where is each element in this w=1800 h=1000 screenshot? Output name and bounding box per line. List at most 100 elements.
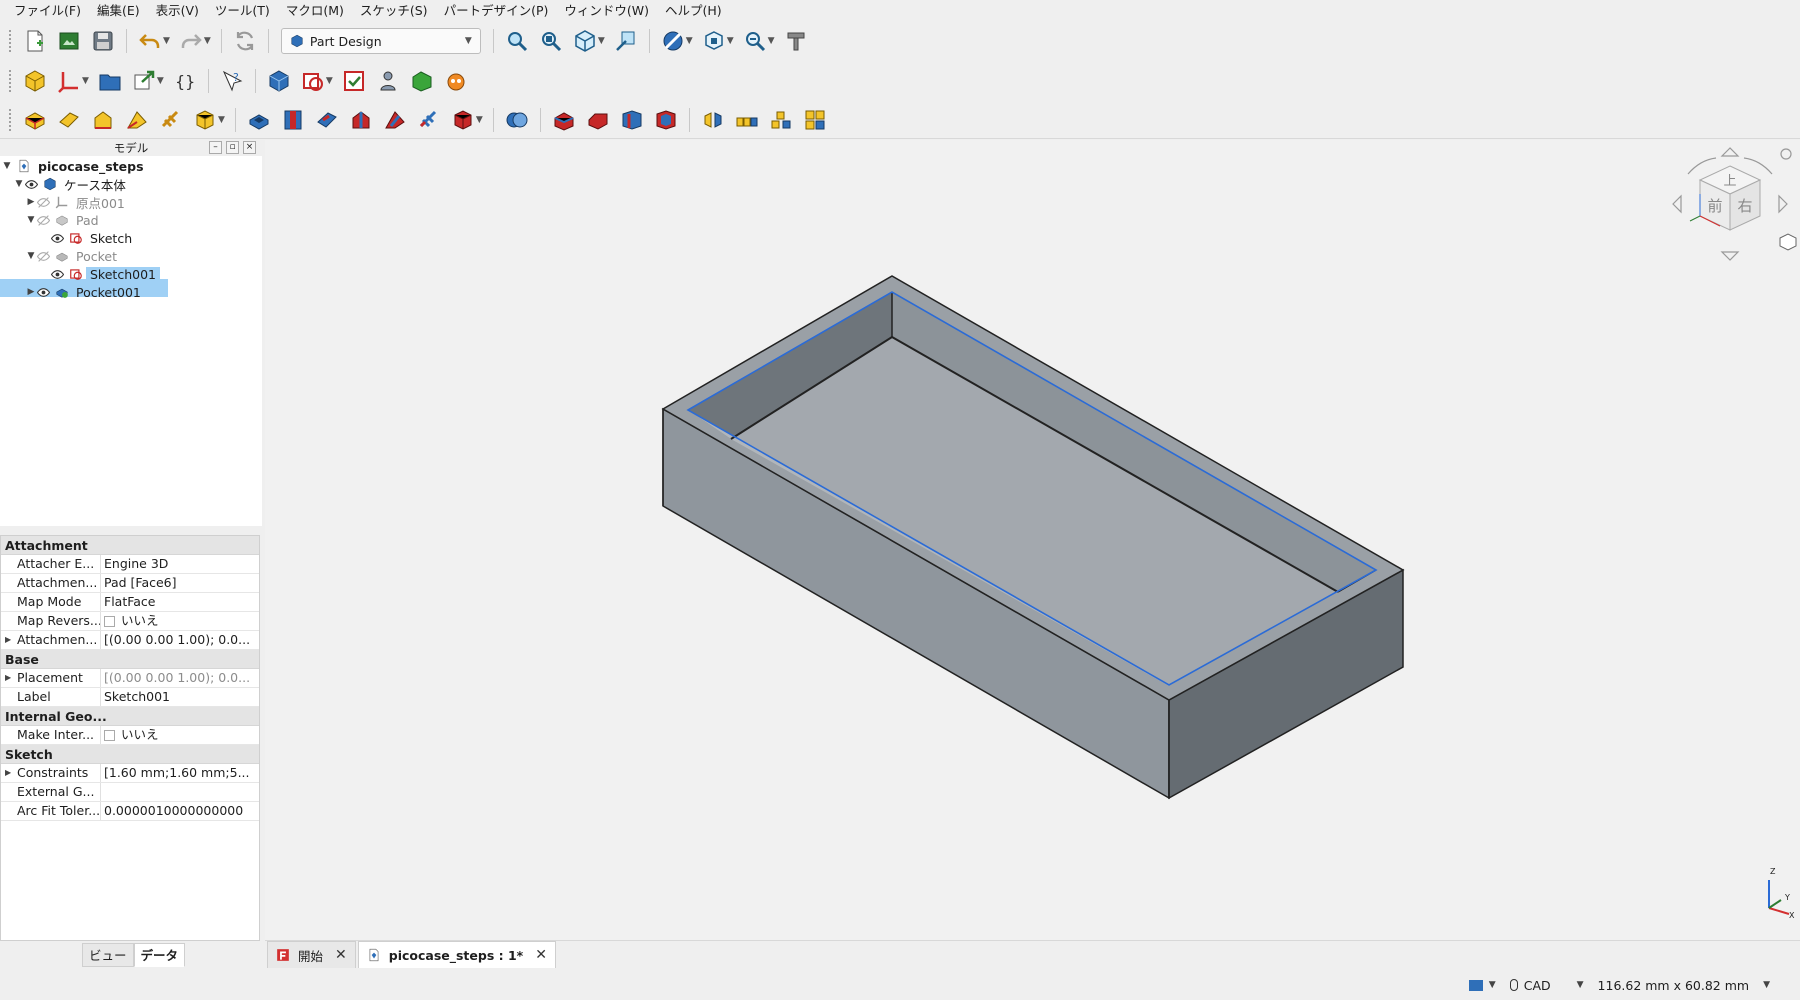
prop-row[interactable]: Label Sketch001	[1, 688, 259, 707]
prop-value[interactable]: [(0.00 0.00 1.00); 0.0...	[101, 669, 259, 687]
datum-button[interactable]	[54, 66, 84, 96]
expand-right-icon[interactable]: ▶	[26, 287, 36, 297]
expand-right-icon[interactable]: ▶	[26, 197, 36, 207]
menu-help[interactable]: ヘルプ(H)	[657, 0, 730, 22]
tab-start-page[interactable]: 開始 ✕	[267, 941, 356, 968]
save-document-button[interactable]	[88, 26, 118, 56]
tree-item-sketch[interactable]: Sketch	[50, 229, 132, 247]
menu-macro[interactable]: マクロ(M)	[278, 0, 352, 22]
view-dropdown-icon[interactable]: ▼	[598, 36, 605, 46]
checkbox[interactable]	[104, 616, 115, 627]
mirrored-button[interactable]	[698, 105, 728, 135]
menu-sketch[interactable]: スケッチ(S)	[352, 0, 436, 22]
collapse-icon[interactable]: –	[209, 141, 222, 154]
draft-button[interactable]	[617, 105, 647, 135]
prop-value[interactable]: Engine 3D	[101, 555, 259, 573]
tree-item-body[interactable]: ▼ ケース本体	[14, 175, 126, 193]
groove-button[interactable]	[312, 105, 342, 135]
redo-button[interactable]	[176, 26, 206, 56]
prop-row[interactable]: Attachmen... Pad [Face6]	[1, 574, 259, 593]
prop-row[interactable]: Make Inter... いいえ	[1, 726, 259, 745]
sketch-dropdown-icon[interactable]: ▼	[326, 76, 333, 86]
zoom-button[interactable]	[740, 26, 770, 56]
prop-row[interactable]: Map Revers... いいえ	[1, 612, 259, 631]
eye-hidden-icon[interactable]	[36, 213, 50, 227]
prop-value[interactable]: [(0.00 0.00 1.00); 0.0...	[101, 631, 259, 649]
prop-row[interactable]: ▶ Attachmen... [(0.00 0.00 1.00); 0.0...	[1, 631, 259, 650]
draw-style-button[interactable]	[658, 26, 688, 56]
link-button[interactable]	[129, 66, 159, 96]
zoom-dropdown-icon[interactable]: ▼	[768, 36, 775, 46]
datum-dropdown-icon[interactable]: ▼	[82, 76, 89, 86]
draw-style-dropdown-icon[interactable]: ▼	[686, 36, 693, 46]
expand-down-icon[interactable]: ▼	[2, 161, 12, 171]
prop-value[interactable]: Sketch001	[101, 688, 259, 706]
prop-value[interactable]	[101, 783, 259, 801]
additive-helix-button[interactable]	[156, 105, 186, 135]
isometric-view-button[interactable]	[570, 26, 600, 56]
model-render[interactable]	[265, 140, 1800, 940]
toolbar-grip[interactable]	[8, 29, 12, 53]
additive-pipe-button[interactable]	[122, 105, 152, 135]
open-document-button[interactable]	[54, 26, 84, 56]
tab-data[interactable]: データ	[133, 943, 186, 967]
checkbox[interactable]	[104, 730, 115, 741]
menu-edit[interactable]: 編集(E)	[89, 0, 148, 22]
create-body-button[interactable]	[264, 66, 294, 96]
expand-right-icon[interactable]: ▶	[5, 669, 11, 687]
link-dropdown-icon[interactable]: ▼	[157, 76, 164, 86]
tree-item-pad[interactable]: ▼ Pad	[26, 211, 99, 229]
tree-item-pocket001[interactable]: ▶ Pocket001	[26, 283, 141, 301]
tab-view[interactable]: ビュー	[82, 943, 134, 967]
refresh-button[interactable]	[230, 26, 260, 56]
hole-button[interactable]	[278, 105, 308, 135]
validate-sketch-button[interactable]	[339, 66, 369, 96]
prop-value[interactable]: 0.0000010000000000	[101, 802, 259, 820]
undo-button[interactable]	[135, 26, 165, 56]
fit-all-button[interactable]	[502, 26, 532, 56]
prop-row[interactable]: Attacher E... Engine 3D	[1, 555, 259, 574]
standard-views-dropdown-icon[interactable]: ▼	[727, 36, 734, 46]
close-icon[interactable]: ×	[243, 141, 256, 154]
workbench-selector[interactable]: Part Design ▼	[280, 28, 481, 54]
prop-row[interactable]: External G...	[1, 783, 259, 802]
toolbar-grip[interactable]	[8, 107, 12, 132]
create-sketch-button[interactable]	[298, 66, 328, 96]
menu-tools[interactable]: ツール(T)	[207, 0, 278, 22]
prop-value[interactable]: Pad [Face6]	[101, 574, 259, 592]
polar-pattern-button[interactable]	[766, 105, 796, 135]
standard-views-button[interactable]	[699, 26, 729, 56]
toolbar-grip[interactable]	[8, 69, 12, 93]
fit-selection-button[interactable]	[536, 26, 566, 56]
shape-binder-button[interactable]	[373, 66, 403, 96]
whats-this-button[interactable]: ?	[217, 66, 247, 96]
menu-window[interactable]: ウィンドウ(W)	[556, 0, 657, 22]
tree-item-origin[interactable]: ▶ 原点001	[26, 193, 125, 211]
additive-loft-button[interactable]	[88, 105, 118, 135]
variables-button[interactable]: {}	[170, 66, 200, 96]
prop-row[interactable]: Map Mode FlatFace	[1, 593, 259, 612]
menu-view[interactable]: 表示(V)	[148, 0, 207, 22]
menu-file[interactable]: ファイル(F)	[6, 0, 89, 22]
expand-down-icon[interactable]: ▼	[14, 179, 24, 189]
boolean-button[interactable]	[502, 105, 532, 135]
tree-item-sketch001[interactable]: Sketch001	[50, 265, 160, 283]
subtractive-primitive-button[interactable]	[448, 105, 478, 135]
measure-button[interactable]	[781, 26, 811, 56]
create-part-button[interactable]	[20, 66, 50, 96]
prop-row[interactable]: ▶ Constraints [1.60 mm;1.60 mm;5...	[1, 764, 259, 783]
fillet-button[interactable]	[549, 105, 579, 135]
prop-value-checkbox[interactable]: いいえ	[101, 726, 259, 744]
eye-hidden-icon[interactable]	[36, 249, 50, 263]
expand-right-icon[interactable]: ▶	[5, 764, 11, 782]
prop-value[interactable]: FlatFace	[101, 593, 259, 611]
view-mode-selector[interactable]: ▼	[1468, 979, 1496, 991]
additive-primitive-dropdown-icon[interactable]: ▼	[218, 115, 225, 125]
close-tab-icon[interactable]: ✕	[535, 947, 547, 963]
subtractive-pipe-button[interactable]	[380, 105, 410, 135]
subtractive-primitive-dropdown-icon[interactable]: ▼	[476, 115, 483, 125]
tree-item-pocket[interactable]: ▼ Pocket	[26, 247, 117, 265]
close-tab-icon[interactable]: ✕	[335, 947, 347, 963]
float-panel-icon[interactable]: ▫	[226, 141, 239, 154]
revolution-button[interactable]	[54, 105, 84, 135]
